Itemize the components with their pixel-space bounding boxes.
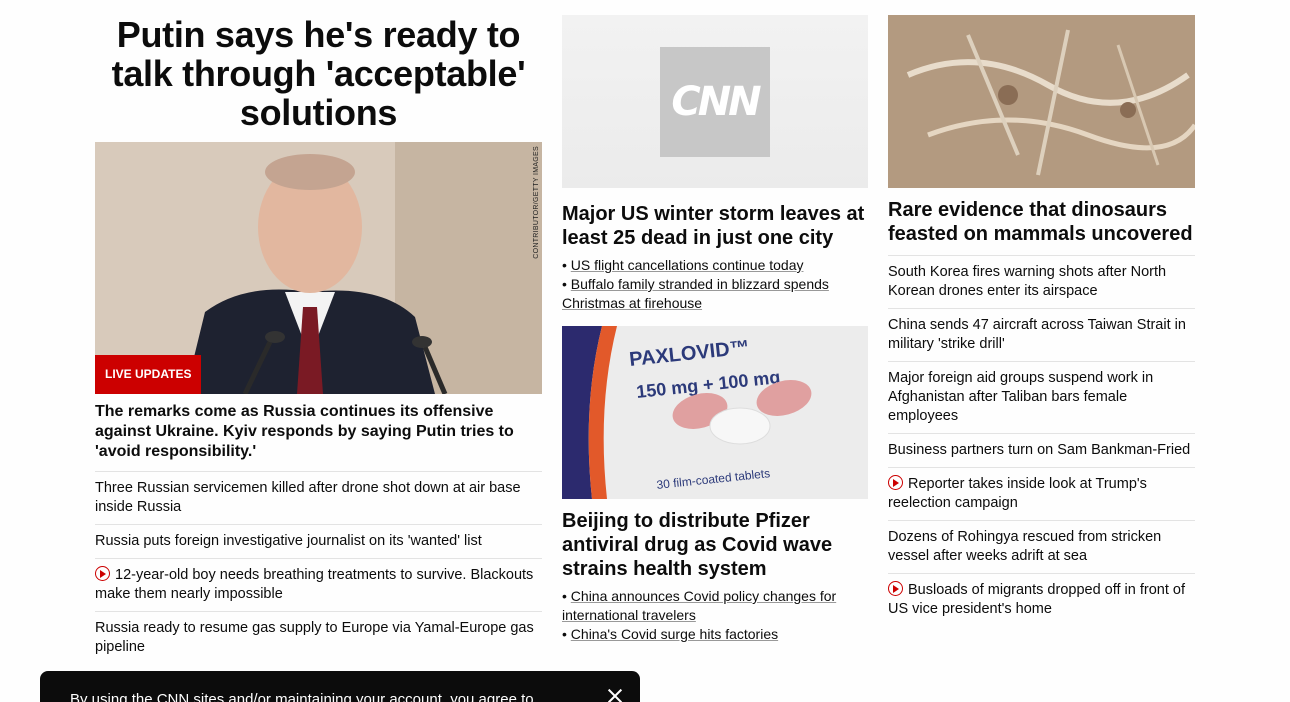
list-item[interactable]: China sends 47 aircraft across Taiwan St… xyxy=(888,308,1195,361)
link-text[interactable]: US flight cancellations continue today xyxy=(571,257,804,273)
link-text[interactable]: Three Russian servicemen killed after dr… xyxy=(95,480,521,515)
dinosaur-headline[interactable]: Rare evidence that dinosaurs feasted on … xyxy=(888,198,1195,246)
lead-related-links: Three Russian servicemen killed after dr… xyxy=(95,471,542,664)
cnn-logo-placeholder: CNN xyxy=(660,46,770,157)
list-item[interactable]: Dozens of Rohingya rescued from stricken… xyxy=(888,520,1195,573)
list-item[interactable]: • China announces Covid policy changes f… xyxy=(562,587,868,625)
lead-headline[interactable]: Putin says he's ready to talk through 'a… xyxy=(95,15,542,132)
link-text[interactable]: Buffalo family stranded in blizzard spen… xyxy=(562,276,829,311)
paxlovid-image[interactable]: PAXLOVID™ 150 mg + 100 mg 30 film-coated… xyxy=(562,326,868,499)
link-text[interactable]: China's Covid surge hits factories xyxy=(571,626,778,642)
list-item[interactable]: Russia puts foreign investigative journa… xyxy=(95,524,542,558)
list-item[interactable]: Business partners turn on Sam Bankman-Fr… xyxy=(888,433,1195,467)
storm-bullets: • US flight cancellations continue today… xyxy=(562,256,868,313)
list-item[interactable]: Three Russian servicemen killed after dr… xyxy=(95,471,542,524)
link-text[interactable]: China sends 47 aircraft across Taiwan St… xyxy=(888,317,1186,352)
list-item[interactable]: • US flight cancellations continue today xyxy=(562,256,868,275)
right-column-links: South Korea fires warning shots after No… xyxy=(888,255,1195,626)
close-icon[interactable] xyxy=(606,687,624,702)
lead-summary[interactable]: The remarks come as Russia continues its… xyxy=(95,402,542,462)
link-text[interactable]: Dozens of Rohingya rescued from stricken… xyxy=(888,529,1161,564)
link-text[interactable]: Major foreign aid groups suspend work in… xyxy=(888,370,1153,424)
right-column: Rare evidence that dinosaurs feasted on … xyxy=(888,15,1195,626)
link-text[interactable]: South Korea fires warning shots after No… xyxy=(888,264,1166,299)
link-text[interactable]: 12-year-old boy needs breathing treatmen… xyxy=(95,567,533,602)
cookie-consent-text: By using the CNN sites and/or maintainin… xyxy=(70,691,534,702)
storm-image[interactable]: CNN xyxy=(562,15,868,188)
link-text[interactable]: Russia puts foreign investigative journa… xyxy=(95,533,482,549)
list-item[interactable]: • Buffalo family stranded in blizzard sp… xyxy=(562,275,868,313)
play-video-icon xyxy=(888,475,903,490)
list-item[interactable]: Russia ready to resume gas supply to Eur… xyxy=(95,611,542,664)
link-text[interactable]: Reporter takes inside look at Trump's re… xyxy=(888,476,1147,511)
link-text[interactable]: Business partners turn on Sam Bankman-Fr… xyxy=(888,442,1190,458)
link-text[interactable]: China announces Covid policy changes for… xyxy=(562,588,836,623)
covid-bullets: • China announces Covid policy changes f… xyxy=(562,587,868,644)
live-updates-badge[interactable]: LIVE UPDATES xyxy=(95,355,202,394)
lead-story: Putin says he's ready to talk through 'a… xyxy=(95,15,542,664)
link-text[interactable]: Busloads of migrants dropped off in fron… xyxy=(888,582,1185,617)
covid-headline[interactable]: Beijing to distribute Pfizer antiviral d… xyxy=(562,509,868,581)
cookie-consent-banner: By using the CNN sites and/or maintainin… xyxy=(40,671,640,702)
list-item[interactable]: • China's Covid surge hits factories xyxy=(562,625,868,644)
list-item[interactable]: Busloads of migrants dropped off in fron… xyxy=(888,573,1195,626)
link-text[interactable]: Russia ready to resume gas supply to Eur… xyxy=(95,620,534,655)
play-video-icon xyxy=(888,581,903,596)
image-credit: CONTRIBUTOR/GETTY IMAGES xyxy=(533,146,540,259)
lead-image[interactable]: CONTRIBUTOR/GETTY IMAGES LIVE UPDATES xyxy=(95,142,542,394)
play-video-icon xyxy=(95,566,110,581)
list-item[interactable]: Reporter takes inside look at Trump's re… xyxy=(888,467,1195,520)
storm-headline[interactable]: Major US winter storm leaves at least 25… xyxy=(562,202,868,250)
list-item[interactable]: 12-year-old boy needs breathing treatmen… xyxy=(95,558,542,611)
list-item[interactable]: South Korea fires warning shots after No… xyxy=(888,255,1195,308)
dinosaur-fossil-image[interactable] xyxy=(888,15,1195,188)
middle-column: CNN Major US winter storm leaves at leas… xyxy=(562,15,868,644)
list-item[interactable]: Major foreign aid groups suspend work in… xyxy=(888,361,1195,433)
